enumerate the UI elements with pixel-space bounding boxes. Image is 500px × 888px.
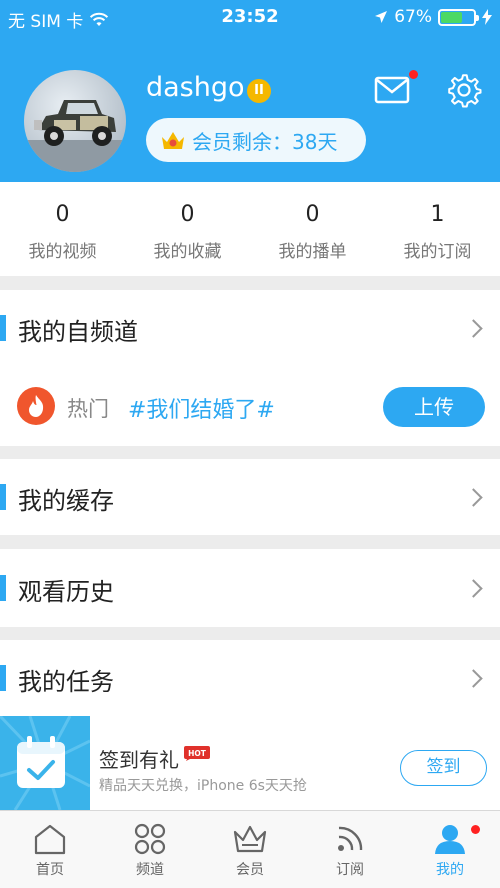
fire-icon — [17, 387, 55, 425]
gear-icon[interactable] — [446, 72, 482, 108]
hot-tag-badge: HOT — [184, 746, 210, 761]
stat-label: 我的视频 — [28, 242, 97, 262]
stat-count: 1 — [430, 202, 445, 227]
vip-remaining-text: 会员剩余：38天 — [192, 129, 338, 154]
tab-channels[interactable]: 频道 — [100, 811, 200, 888]
user-profile-icon — [435, 825, 465, 854]
calendar-check-icon — [0, 716, 90, 810]
stat-label: 我的收藏 — [153, 242, 222, 262]
row-my-channel[interactable]: 我的自频道 — [0, 290, 500, 366]
row-title: 我的缓存 — [18, 487, 114, 515]
home-icon — [34, 824, 66, 855]
vip-level-badge-icon: II — [247, 79, 271, 103]
battery-fill — [441, 11, 463, 23]
stat-label: 我的播单 — [278, 242, 347, 262]
tab-label: 会员 — [236, 862, 264, 878]
row-title: 我的任务 — [18, 668, 114, 696]
chevron-right-icon — [464, 669, 483, 688]
stat-label: 我的订阅 — [403, 242, 472, 262]
channels-grid-icon — [134, 823, 166, 855]
row-my-cache[interactable]: 我的缓存 — [0, 459, 500, 535]
section-accent-bar — [0, 484, 6, 510]
stat-count: 0 — [55, 202, 70, 227]
vip-remaining-pill[interactable]: 会员剩余：38天 — [146, 118, 366, 162]
hot-topic-link[interactable]: #我们结婚了# — [128, 392, 275, 424]
chevron-right-icon — [464, 579, 483, 598]
status-right: 67% — [374, 7, 492, 27]
section-accent-bar — [0, 315, 6, 341]
row-watch-history[interactable]: 观看历史 — [0, 549, 500, 627]
signin-banner[interactable]: 签到有礼 精品天天兑换，iPhone 6s天天抢 签到 — [0, 716, 500, 810]
subscription-signal-icon — [338, 826, 363, 851]
signin-title: 签到有礼 — [99, 748, 179, 772]
battery-icon — [438, 8, 479, 26]
username: dashgo — [146, 72, 245, 103]
signin-subtitle: 精品天天兑换，iPhone 6s天天抢 — [99, 778, 307, 794]
section-accent-bar — [0, 575, 6, 601]
mail-icon[interactable] — [374, 76, 410, 104]
crown-icon — [233, 825, 267, 853]
vip-crown-icon — [162, 132, 184, 149]
chevron-right-icon — [464, 488, 483, 507]
chevron-right-icon — [464, 319, 483, 338]
tab-bar: 首页 频道 会员 订阅 我的 — [0, 810, 500, 888]
signin-button[interactable]: 签到 — [400, 750, 487, 786]
row-title: 我的自频道 — [18, 318, 138, 346]
charging-bolt-icon — [482, 9, 492, 25]
mail-unread-dot — [409, 70, 418, 79]
vintage-car-avatar-image — [24, 100, 126, 172]
stat-count: 0 — [305, 202, 320, 227]
stat-my-playlists[interactable]: 0 我的播单 — [250, 182, 375, 276]
row-title: 观看历史 — [18, 578, 114, 606]
tab-me-notification-dot — [471, 825, 480, 834]
location-arrow-icon — [375, 11, 388, 23]
hot-label: 热门 — [67, 397, 109, 421]
stats-bar: 0 我的视频 0 我的收藏 0 我的播单 1 我的订阅 — [0, 182, 500, 276]
tab-label: 频道 — [136, 862, 164, 878]
stat-count: 0 — [180, 202, 195, 227]
stat-my-videos[interactable]: 0 我的视频 — [0, 182, 125, 276]
tab-label: 首页 — [36, 862, 64, 878]
profile-header: 无 SIM 卡 23:52 67% dashgo II 会员剩余：38天 — [0, 0, 500, 182]
tab-home[interactable]: 首页 — [0, 811, 100, 888]
tab-vip[interactable]: 会员 — [200, 811, 300, 888]
tab-label: 订阅 — [336, 862, 364, 878]
hot-topic-row: 热门 #我们结婚了# 上传 — [0, 366, 500, 446]
tab-me[interactable]: 我的 — [400, 811, 500, 888]
row-my-tasks[interactable]: 我的任务 — [0, 640, 500, 716]
status-bar: 无 SIM 卡 23:52 67% — [0, 0, 500, 36]
hot-tag-text: HOT — [188, 749, 207, 758]
section-accent-bar — [0, 665, 6, 691]
stat-my-subscriptions[interactable]: 1 我的订阅 — [375, 182, 500, 276]
tab-label: 我的 — [436, 862, 464, 878]
stat-my-favorites[interactable]: 0 我的收藏 — [125, 182, 250, 276]
battery-percent: 67% — [394, 7, 432, 27]
upload-button[interactable]: 上传 — [383, 387, 485, 427]
tab-subscriptions[interactable]: 订阅 — [300, 811, 400, 888]
avatar[interactable] — [24, 70, 126, 172]
